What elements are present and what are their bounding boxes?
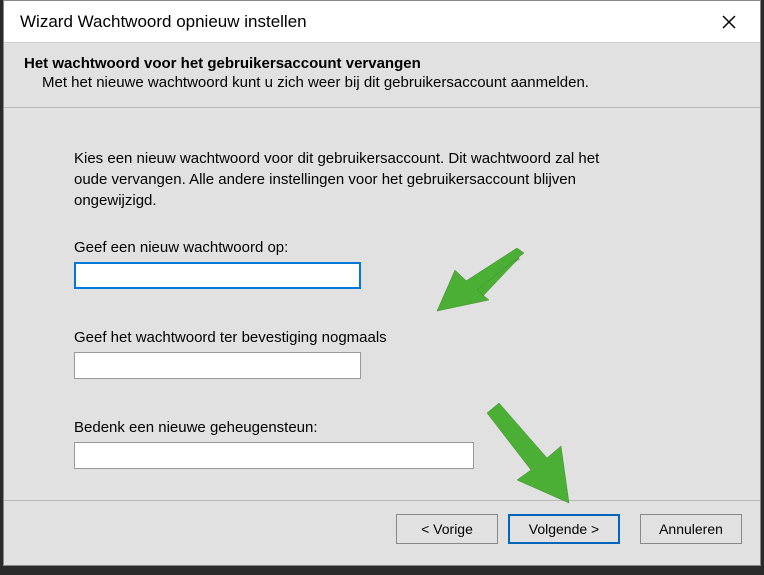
close-icon [721,14,737,30]
wizard-dialog: Wizard Wachtwoord opnieuw instellen Het … [3,0,761,566]
new-password-input[interactable] [74,262,361,289]
new-password-group: Geef een nieuw wachtwoord op: [74,239,690,289]
close-button[interactable] [714,7,744,37]
titlebar: Wizard Wachtwoord opnieuw instellen [4,1,760,43]
hint-label: Bedenk een nieuwe geheugensteun: [74,419,690,436]
hint-group: Bedenk een nieuwe geheugensteun: [74,419,690,469]
wizard-header-title: Het wachtwoord voor het gebruikersaccoun… [24,55,740,72]
instruction-text: Kies een nieuw wachtwoord voor dit gebru… [74,148,614,211]
confirm-password-input[interactable] [74,352,361,379]
cancel-button[interactable]: Annuleren [640,514,742,544]
new-password-label: Geef een nieuw wachtwoord op: [74,239,690,256]
hint-input[interactable] [74,442,474,469]
wizard-content: Kies een nieuw wachtwoord voor dit gebru… [4,108,760,500]
back-button[interactable]: < Vorige [396,514,498,544]
next-button[interactable]: Volgende > [508,514,620,544]
dialog-title: Wizard Wachtwoord opnieuw instellen [20,12,307,32]
wizard-header-subtitle: Met het nieuwe wachtwoord kunt u zich we… [24,74,740,91]
confirm-password-label: Geef het wachtwoord ter bevestiging nogm… [74,329,690,346]
button-bar: < Vorige Volgende > Annuleren [4,500,760,556]
confirm-password-group: Geef het wachtwoord ter bevestiging nogm… [74,329,690,379]
wizard-header: Het wachtwoord voor het gebruikersaccoun… [4,43,760,108]
